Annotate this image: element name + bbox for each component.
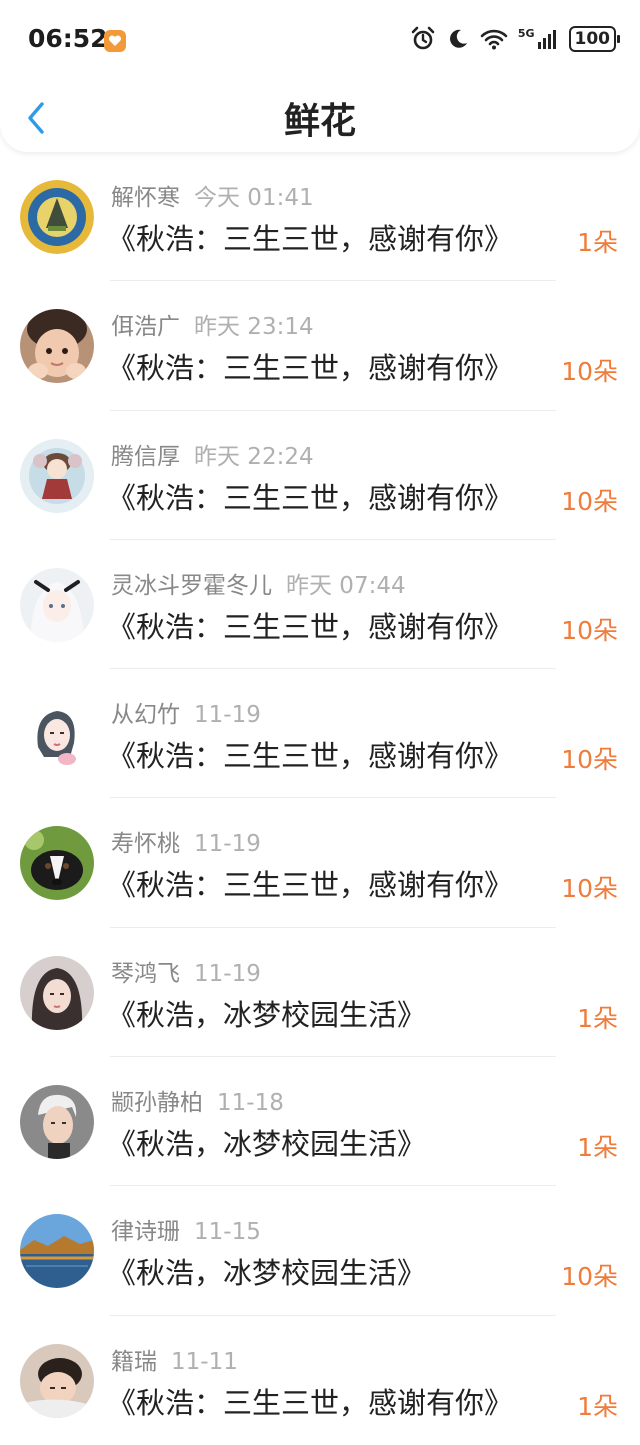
list-item[interactable]: 腾信厚 昨天 22:24 《秋浩：三生三世，感谢有你》 10朵: [0, 411, 640, 540]
flower-count: 10朵: [561, 745, 618, 775]
sender-name[interactable]: 籍瑞: [111, 1349, 157, 1375]
gift-time: 昨天 07:44: [286, 572, 406, 599]
sender-name[interactable]: 寿怀桃: [111, 831, 180, 857]
man-avatar[interactable]: [20, 1085, 94, 1160]
book-title[interactable]: 《秋浩，冰梦校园生活》: [107, 1121, 426, 1163]
child-avatar[interactable]: [20, 309, 94, 384]
wifi-icon: [480, 29, 508, 50]
page-title: 鲜花: [283, 101, 356, 142]
moon-icon: [449, 29, 467, 48]
flower-count: 1朵: [577, 1133, 618, 1163]
sender-meta: 颛孙静柏 11-18: [111, 1083, 284, 1117]
sender-name[interactable]: 颛孙静柏: [111, 1090, 203, 1116]
sender-meta: 灵冰斗罗霍冬儿 昨天 07:44: [111, 566, 406, 600]
list-item[interactable]: 灵冰斗罗霍冬儿 昨天 07:44 《秋浩：三生三世，感谢有你》 10朵: [0, 540, 640, 670]
flower-count: 10朵: [561, 486, 618, 516]
cellular-signal-icon: 5G: [518, 28, 559, 50]
gift-time: 11-19: [194, 702, 261, 729]
book-title[interactable]: 《秋浩：三生三世，感谢有你》: [107, 604, 513, 646]
list-item[interactable]: 律诗珊 11-15 《秋浩，冰梦校园生活》 10朵: [0, 1186, 640, 1316]
flower-count: 1朵: [577, 1003, 618, 1033]
book-title[interactable]: 《秋浩：三生三世，感谢有你》: [107, 345, 513, 387]
book-title[interactable]: 《秋浩：三生三世，感谢有你》: [107, 1380, 513, 1422]
gift-time: 11-18: [217, 1090, 284, 1117]
sender-meta: 律诗珊 11-15: [111, 1212, 261, 1246]
list-item[interactable]: 籍瑞 11-11 《秋浩：三生三世，感谢有你》 1朵: [0, 1316, 640, 1445]
sender-name[interactable]: 佴浩广: [111, 314, 180, 340]
sender-meta: 寿怀桃 11-19: [111, 824, 261, 858]
book-title[interactable]: 《秋浩，冰梦校园生活》: [107, 992, 426, 1034]
anime-girl-avatar[interactable]: [20, 567, 94, 642]
sender-name[interactable]: 解怀寒: [111, 185, 180, 211]
flower-count: 10朵: [561, 874, 618, 904]
flower-gift-list: 解怀寒 今天 01:41 《秋浩：三生三世，感谢有你》 1朵 佴浩广 昨天 23:1…: [0, 152, 640, 1445]
list-item[interactable]: 从幻竹 11-19 《秋浩：三生三世，感谢有你》 10朵: [0, 669, 640, 799]
list-item[interactable]: 颛孙静柏 11-18 《秋浩，冰梦校园生活》 1朵: [0, 1057, 640, 1187]
battery-icon: 100: [568, 26, 620, 52]
gift-time: 今天 01:41: [194, 185, 314, 211]
flower-count: 10朵: [561, 615, 618, 645]
flower-count: 10朵: [561, 357, 618, 387]
anime-figure-avatar[interactable]: [20, 438, 94, 513]
gift-time: 11-11: [171, 1348, 238, 1375]
gift-time: 11-19: [194, 831, 261, 858]
flower-count: 10朵: [561, 1262, 618, 1292]
app-notification-icon: [104, 30, 126, 52]
list-item[interactable]: 寿怀桃 11-19 《秋浩：三生三世，感谢有你》 10朵: [0, 798, 640, 928]
book-title[interactable]: 《秋浩：三生三世，感谢有你》: [107, 475, 513, 517]
sender-meta: 从幻竹 11-19: [111, 695, 261, 729]
network-type-label: 5G: [517, 27, 535, 40]
book-title[interactable]: 《秋浩，冰梦校园生活》: [107, 1250, 426, 1292]
book-title[interactable]: 《秋浩：三生三世，感谢有你》: [107, 733, 513, 775]
list-item[interactable]: 佴浩广 昨天 23:14 《秋浩：三生三世，感谢有你》 10朵: [0, 281, 640, 411]
sender-name[interactable]: 从幻竹: [111, 702, 180, 728]
status-icons: 5G 100: [410, 26, 620, 52]
illustration-avatar[interactable]: [20, 697, 94, 772]
sender-name[interactable]: 琴鸿飞: [111, 961, 180, 987]
sender-name[interactable]: 腾信厚: [111, 444, 180, 470]
gift-time: 昨天 22:24: [194, 443, 314, 470]
sender-name[interactable]: 灵冰斗罗霍冬儿: [111, 573, 272, 599]
sleeping-child-avatar[interactable]: [20, 1343, 94, 1418]
sender-meta: 腾信厚 昨天 22:24: [111, 437, 314, 471]
book-title[interactable]: 《秋浩：三生三世，感谢有你》: [107, 216, 513, 258]
nav-bar: 鲜花: [0, 80, 640, 152]
top-header: 06:52 5G 100 鲜花: [0, 0, 640, 152]
sender-meta: 解怀寒 今天 01:41: [111, 178, 314, 212]
book-title[interactable]: 《秋浩：三生三世，感谢有你》: [107, 862, 513, 904]
gift-time: 11-15: [194, 1219, 261, 1246]
landscape-avatar[interactable]: [20, 1214, 94, 1289]
status-time: 06:52: [28, 24, 108, 53]
alarm-icon: [411, 26, 435, 50]
list-item[interactable]: 琴鸿飞 11-19 《秋浩，冰梦校园生活》 1朵: [0, 928, 640, 1058]
dog-avatar[interactable]: [20, 826, 94, 901]
portrait-avatar[interactable]: [20, 955, 94, 1030]
gift-time: 昨天 23:14: [194, 314, 314, 341]
status-bar: 06:52 5G 100: [0, 0, 640, 80]
sender-meta: 佴浩广 昨天 23:14: [111, 307, 314, 341]
list-item[interactable]: 解怀寒 今天 01:41 《秋浩：三生三世，感谢有你》 1朵: [0, 152, 640, 282]
flower-count: 1朵: [577, 1391, 618, 1421]
sender-name[interactable]: 律诗珊: [111, 1219, 180, 1245]
sender-meta: 籍瑞 11-11: [111, 1342, 238, 1376]
sender-meta: 琴鸿飞 11-19: [111, 954, 261, 988]
gift-time: 11-19: [194, 960, 261, 987]
flower-count: 1朵: [577, 228, 618, 257]
emblem-avatar[interactable]: [20, 180, 94, 254]
